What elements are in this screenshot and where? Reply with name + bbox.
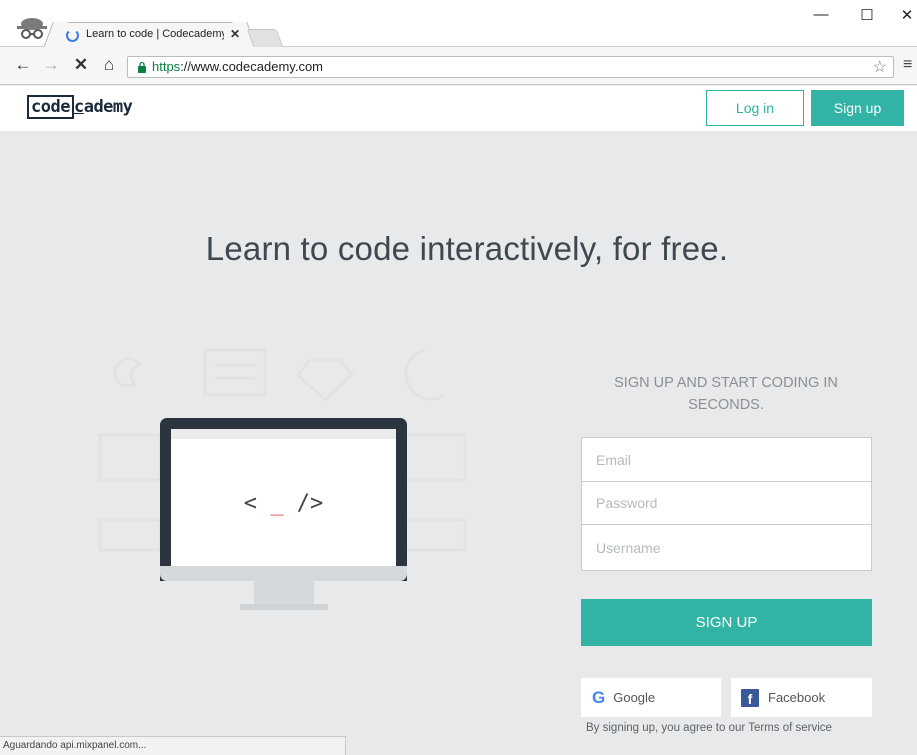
- monitor-base: [240, 604, 328, 610]
- signup-submit-button[interactable]: SIGN UP: [581, 599, 872, 646]
- browser-menu-icon[interactable]: ≡: [903, 56, 912, 74]
- codecademy-logo[interactable]: code cademy: [27, 95, 133, 119]
- header-signup-button[interactable]: Sign up: [811, 90, 904, 126]
- facebook-signup-button[interactable]: f Facebook: [731, 678, 872, 717]
- facebook-icon: f: [741, 688, 759, 707]
- monitor-screen: < _ />: [171, 429, 396, 572]
- terms-of-service-link[interactable]: Terms of service: [748, 722, 832, 734]
- back-arrow-icon[interactable]: ←: [12, 55, 34, 75]
- bookmark-star-icon[interactable]: ☆: [873, 57, 887, 77]
- signup-heading: SIGN UP AND START CODING IN SECONDS.: [614, 375, 838, 413]
- google-label: Google: [613, 690, 656, 705]
- new-tab-button[interactable]: [246, 29, 284, 47]
- google-signup-button[interactable]: G Google: [581, 678, 721, 717]
- password-field[interactable]: Password: [581, 481, 872, 525]
- address-bar[interactable]: https://www.codecademy.com ☆: [127, 56, 894, 78]
- stop-loading-icon[interactable]: ✕: [70, 55, 92, 75]
- hero-title: Learn to code interactively, for free.: [205, 230, 729, 267]
- window-maximize-button[interactable]: ☐: [852, 6, 882, 24]
- loading-spinner-icon: [66, 29, 79, 42]
- browser-titlebar: Learn to code | Codecademy ✕ — ☐ ✕: [0, 0, 917, 47]
- forward-arrow-icon[interactable]: →: [40, 55, 62, 75]
- google-icon: G: [592, 687, 606, 707]
- facebook-label: Facebook: [768, 690, 826, 705]
- code-tag-graphic: < _ />: [243, 491, 324, 516]
- browser-tab[interactable]: Learn to code | Codecademy ✕: [55, 22, 245, 47]
- login-button[interactable]: Log in: [706, 90, 804, 126]
- monitor-chin: [160, 566, 407, 581]
- home-icon[interactable]: ⌂: [98, 55, 120, 75]
- lock-icon: [138, 61, 146, 73]
- url-text: https://www.codecademy.com: [152, 59, 323, 74]
- monitor-stand: [254, 581, 314, 605]
- window-minimize-button[interactable]: —: [806, 6, 836, 23]
- terms-notice: By signing up, you agree to our Terms of…: [586, 722, 832, 734]
- window-close-button[interactable]: ✕: [892, 6, 917, 24]
- browser-status-bar: Aguardando api.mixpanel.com...: [0, 736, 346, 755]
- monitor-illustration: < _ />: [160, 418, 407, 581]
- tab-close-icon[interactable]: ✕: [230, 27, 240, 41]
- tab-title: Learn to code | Codecademy: [86, 28, 224, 40]
- username-field[interactable]: Username: [581, 524, 872, 571]
- email-field[interactable]: Email: [581, 437, 872, 482]
